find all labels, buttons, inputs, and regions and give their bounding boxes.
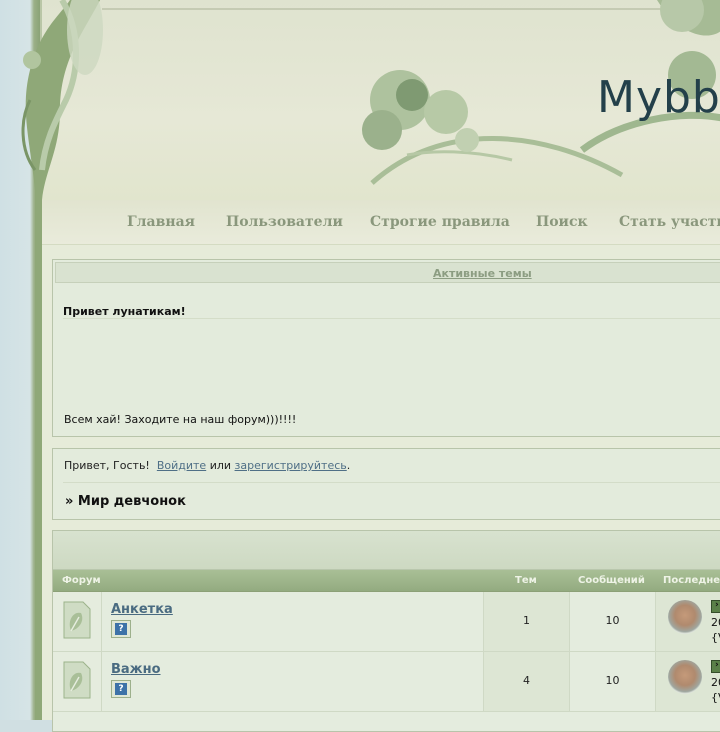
topics-count: 1 xyxy=(523,614,530,627)
left-decor-strip xyxy=(0,0,40,720)
announcement-heading: Привет лунатикам! xyxy=(63,305,186,318)
table-row: Анкетка ? 1 10 › 20 {V xyxy=(53,592,720,652)
posts-count: 10 xyxy=(605,674,620,687)
question-icon[interactable]: ? xyxy=(111,620,131,638)
forum-link[interactable]: Анкетка xyxy=(111,602,173,617)
header-forum: Форум xyxy=(62,575,101,586)
period-text: . xyxy=(346,459,351,472)
or-text: или xyxy=(209,459,232,472)
avatar-cat-icon[interactable] xyxy=(668,660,702,694)
go-arrow-icon[interactable]: › xyxy=(711,660,720,673)
cell-icon xyxy=(53,652,102,711)
forum-table-header: Форум Тем Сообщений Последнее xyxy=(53,570,720,592)
site-logo[interactable]: Mybb xyxy=(597,72,720,123)
welcome-box: Привет, Гость! Войдите или зарегистрируй… xyxy=(52,448,720,520)
forum-link[interactable]: Важно xyxy=(111,662,161,677)
leaf-icon xyxy=(63,661,91,699)
cell-forum: Анкетка ? xyxy=(102,592,484,651)
nav-users[interactable]: Пользователи xyxy=(226,214,343,230)
divider xyxy=(63,318,720,319)
cell-topics: 4 xyxy=(484,652,570,711)
login-link[interactable]: Войдите xyxy=(157,459,206,472)
last-post-text: 20 {V xyxy=(711,675,720,705)
announcement-header: Активные темы xyxy=(55,262,720,283)
go-arrow-icon[interactable]: › xyxy=(711,600,720,613)
nav-search[interactable]: Поиск xyxy=(536,214,588,230)
divider xyxy=(63,482,720,483)
last-post-user: {V xyxy=(711,691,720,704)
forum-table-top xyxy=(53,531,720,570)
register-link[interactable]: зарегистрируйтесь xyxy=(235,459,347,472)
header-topics: Тем xyxy=(515,575,537,586)
forum-table: Форум Тем Сообщений Последнее Анкетка ? … xyxy=(52,530,720,732)
table-row: Важно ? 4 10 › 20 {V xyxy=(53,652,720,712)
page: Mybb Главная Пользователи Строгие правил… xyxy=(40,0,720,732)
announcement-box: Активные темы Привет лунатикам! Всем хай… xyxy=(52,259,720,437)
nav-rules[interactable]: Строгие правила xyxy=(370,214,510,230)
welcome-line: Привет, Гость! Войдите или зарегистрируй… xyxy=(64,459,350,472)
cell-topics: 1 xyxy=(484,592,570,651)
posts-count: 10 xyxy=(605,614,620,627)
last-post-text: 20 {V xyxy=(711,615,720,645)
cell-posts: 10 xyxy=(570,652,656,711)
header-posts: Сообщений xyxy=(578,575,645,586)
cell-last-post: › 20 {V xyxy=(656,592,720,651)
category-title: » Мир девчонок xyxy=(65,494,186,509)
cell-forum: Важно ? xyxy=(102,652,484,711)
main-nav: Главная Пользователи Строгие правила Пои… xyxy=(42,200,720,245)
active-topics-link[interactable]: Активные темы xyxy=(433,267,532,280)
topics-count: 4 xyxy=(523,674,530,687)
announcement-text: Всем хай! Заходите на наш форум)))!!!! xyxy=(64,413,297,426)
avatar-cat-icon[interactable] xyxy=(668,600,702,634)
cell-last-post: › 20 {V xyxy=(656,652,720,711)
last-post-date: 20 xyxy=(711,616,720,629)
cell-posts: 10 xyxy=(570,592,656,651)
last-post-date: 20 xyxy=(711,676,720,689)
last-post-user: {V xyxy=(711,631,720,644)
header: Mybb xyxy=(42,0,720,200)
header-last: Последнее xyxy=(663,575,720,586)
nav-home[interactable]: Главная xyxy=(127,214,195,230)
greeting-text: Привет, Гость! xyxy=(64,459,150,472)
question-icon[interactable]: ? xyxy=(111,680,131,698)
nav-register[interactable]: Стать участни xyxy=(619,214,720,230)
leaf-icon xyxy=(63,601,91,639)
cell-icon xyxy=(53,592,102,651)
